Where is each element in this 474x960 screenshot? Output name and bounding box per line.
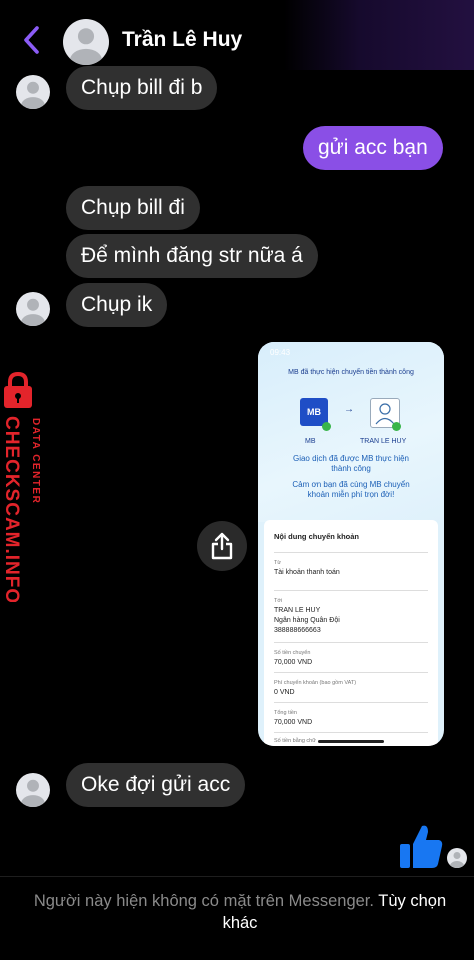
divider: [274, 590, 428, 591]
message-bubble-incoming[interactable]: Chụp bill đi b: [66, 66, 218, 110]
unavailable-notice: Người này hiện không có mặt trên Messeng…: [30, 890, 450, 934]
conversation-header: Trần Lê Huy: [0, 0, 474, 72]
back-icon[interactable]: [18, 22, 46, 58]
message-bubble-incoming[interactable]: Oke đợi gửi acc: [66, 763, 246, 807]
total-row: Tổng tiền 70,000 VND: [274, 708, 428, 728]
transfer-details-card: Nội dung chuyển khoản Từ Tài khoản thanh…: [264, 520, 438, 746]
from-row: Từ Tài khoản thanh toán: [274, 558, 428, 578]
fee-label: Phí chuyển khoản (bao gồm VAT): [274, 680, 357, 686]
section-title: Nội dung chuyển khoản: [274, 532, 360, 541]
to-row: Tới TRAN LE HUY Ngân hàng Quân Đội 38888…: [274, 596, 428, 636]
fee-value: 0 VND: [274, 689, 295, 696]
read-receipt-avatar: [447, 848, 467, 868]
receipt-image-message[interactable]: 09:43 MB đã thực hiện chuyển tiền thành …: [258, 342, 444, 746]
divider: [274, 552, 428, 553]
sender-avatar: [16, 292, 50, 326]
divider: [274, 672, 428, 673]
sender-avatar: [16, 773, 50, 807]
from-label: Từ: [274, 560, 282, 566]
avatar-icon: [450, 852, 464, 868]
message-bubble-incoming[interactable]: Để mình đăng str nữa á: [66, 234, 318, 278]
to-label: Tới: [274, 598, 283, 604]
sender-avatar: [16, 75, 50, 109]
contact-avatar[interactable]: [63, 19, 109, 65]
share-button[interactable]: [197, 521, 247, 571]
checkscam-watermark: CHECKSCAM.INFO DATA CENTER: [1, 372, 41, 602]
avatar-icon: [69, 28, 103, 65]
total-value: 70,000 VND: [274, 719, 313, 726]
check-icon: [322, 422, 331, 431]
to-caption: TRAN LE HUY: [360, 438, 407, 445]
to-name: TRAN LE HUY: [274, 607, 321, 614]
receipt-title: MB đã thực hiện chuyển tiền thành công: [288, 369, 414, 376]
message-bubble-outgoing[interactable]: gửi acc bạn: [303, 126, 443, 170]
total-label: Tổng tiền: [274, 710, 297, 716]
contact-name[interactable]: Trần Lê Huy: [122, 28, 242, 52]
receipt-time: 09:43: [270, 348, 291, 357]
amount-value: 70,000 VND: [274, 659, 313, 666]
amount-label: Số tiền chuyển: [274, 650, 311, 656]
divider: [274, 642, 428, 643]
footer-divider: [0, 876, 474, 877]
from-value: Tài khoản thanh toán: [274, 569, 340, 576]
divider: [274, 702, 428, 703]
to-bank: Ngân hàng Quân Đội: [274, 617, 340, 624]
avatar-icon: [21, 779, 45, 807]
home-indicator: [318, 740, 384, 743]
divider: [274, 732, 428, 733]
notice-text: Người này hiện không có mặt trên Messeng…: [33, 892, 374, 910]
to-account: 388888666663: [274, 627, 321, 634]
check-icon: [392, 422, 401, 431]
receipt-header: 09:43 MB đã thực hiện chuyển tiền thành …: [258, 342, 444, 522]
success-line: Giao dịch đã được MB thực hiện thành côn…: [292, 454, 409, 473]
avatar-icon: [21, 298, 45, 326]
message-bubble-incoming[interactable]: Chụp ik: [66, 283, 168, 327]
arrow-right-icon: →: [344, 404, 354, 415]
amount-row: Số tiền chuyển 70,000 VND: [274, 648, 428, 668]
message-bubble-incoming[interactable]: Chụp bill đi: [66, 186, 200, 230]
watermark-line1: DATA CENTER: [30, 418, 41, 504]
thanks-line: Cảm ơn bạn đã cùng MB chuyển khoản miễn …: [292, 480, 410, 499]
share-icon: [211, 532, 233, 560]
lock-icon: [4, 372, 32, 408]
like-thumb-icon[interactable]: [398, 822, 444, 870]
from-caption: MB: [305, 438, 316, 445]
fee-row: Phí chuyển khoản (bao gồm VAT) 0 VND: [274, 678, 428, 698]
watermark-line2: CHECKSCAM.INFO: [1, 416, 22, 602]
avatar-icon: [21, 81, 45, 109]
